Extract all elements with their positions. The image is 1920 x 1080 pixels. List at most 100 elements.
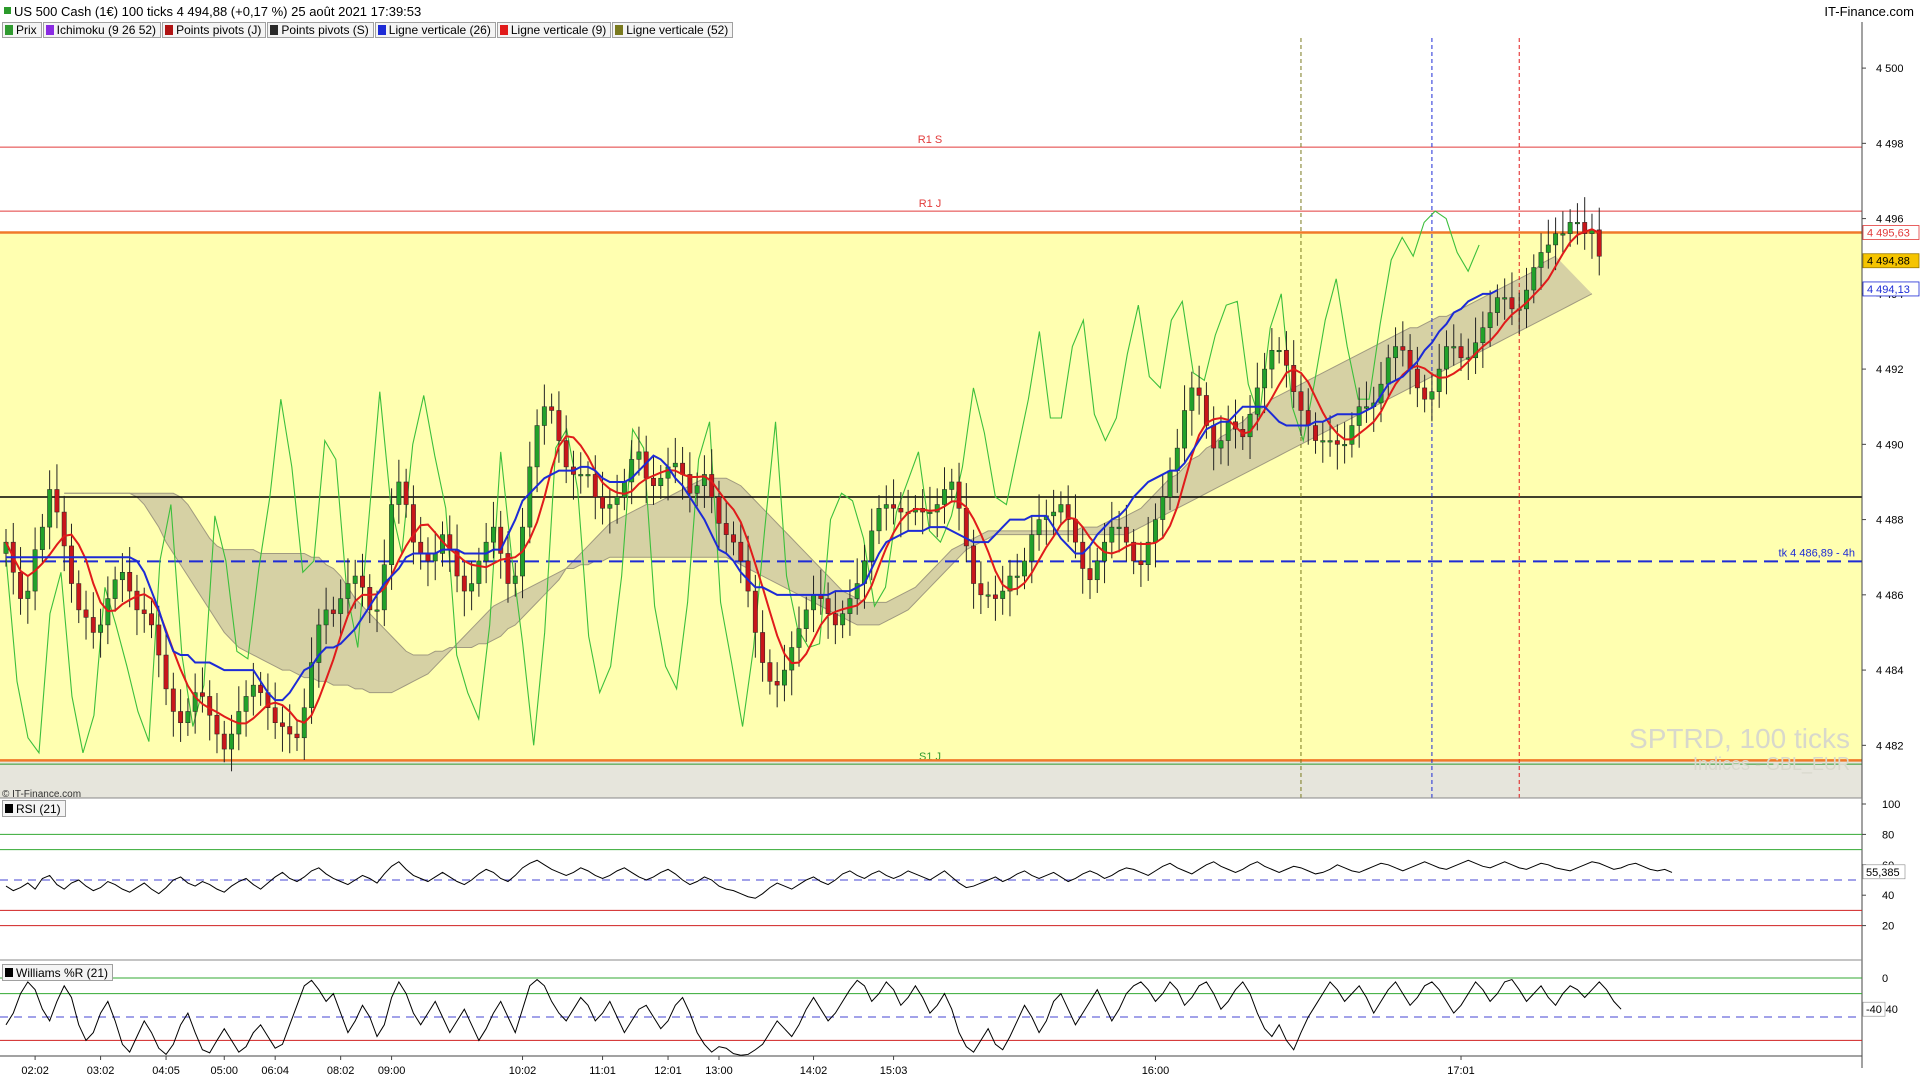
candle xyxy=(1436,368,1442,392)
y-tick-label: 4 486 xyxy=(1876,590,1904,602)
candle xyxy=(1524,289,1529,310)
candle xyxy=(61,511,67,547)
rsi-swatch xyxy=(5,804,13,813)
candle xyxy=(301,707,307,739)
legend-item-label: Ichimoku (9 26 52) xyxy=(56,23,157,37)
candle xyxy=(752,590,758,633)
legend-item-pivots-s[interactable]: Points pivots (S) xyxy=(267,22,374,38)
legend-item-vline-26[interactable]: Ligne verticale (26) xyxy=(374,22,496,38)
senkou-span-b xyxy=(64,293,1593,694)
candle xyxy=(425,553,431,562)
y-tick-label: 4 494 xyxy=(1876,289,1904,301)
pivot-label: R1 J xyxy=(919,198,942,210)
candle xyxy=(1123,526,1129,543)
candle xyxy=(1509,297,1515,310)
candle xyxy=(476,560,482,584)
legend-item-label: Ligne verticale (26) xyxy=(388,23,491,37)
candle xyxy=(1531,267,1537,291)
y-tick-label: 4 496 xyxy=(1876,214,1904,226)
legend-item-label: Ligne verticale (9) xyxy=(510,23,607,37)
legend-swatch xyxy=(270,25,279,35)
price-label-box xyxy=(1862,281,1920,297)
candle xyxy=(1203,395,1209,426)
candle xyxy=(825,598,831,614)
candle xyxy=(1327,440,1333,443)
candle xyxy=(709,474,715,498)
legend-swatch xyxy=(615,25,624,35)
candle xyxy=(105,598,111,626)
candle xyxy=(1051,511,1057,517)
x-tick-label: 14:02 xyxy=(800,1065,828,1077)
legend-item-prix[interactable]: Prix xyxy=(2,22,42,38)
candle xyxy=(18,572,23,599)
candle xyxy=(1313,425,1318,441)
legend-item-label: Ligne verticale (52) xyxy=(626,23,729,37)
candle xyxy=(534,425,540,468)
candle xyxy=(1342,444,1348,447)
rsi-y-tick-label: 80 xyxy=(1882,829,1894,841)
candle xyxy=(527,466,533,528)
williams-panel-label[interactable]: Williams %R (21) xyxy=(2,964,114,981)
candle xyxy=(381,564,387,611)
williams-y-tick-label: -40 xyxy=(1882,1004,1898,1016)
candle xyxy=(352,575,358,584)
brand-link[interactable]: IT-Finance.com xyxy=(1824,4,1914,19)
candle xyxy=(1371,402,1377,407)
price-chart[interactable]: R1 S R1 J S1 J tk 4 486,89 - 4h SPTRD, 100 t… xyxy=(0,0,1920,1080)
rsi-panel-label[interactable]: RSI (21) xyxy=(2,800,66,817)
candle xyxy=(498,526,504,554)
candle xyxy=(1502,297,1508,300)
candle xyxy=(432,553,438,562)
legend-item-ichimoku[interactable]: Ichimoku (9 26 52) xyxy=(42,22,162,38)
legend-item-vline-52[interactable]: Ligne verticale (52) xyxy=(612,22,734,38)
candle xyxy=(643,451,649,479)
candle xyxy=(119,572,125,581)
candle xyxy=(1102,541,1107,562)
candle xyxy=(1145,541,1151,565)
candle xyxy=(1378,383,1384,404)
candle xyxy=(1182,410,1188,449)
candle xyxy=(811,594,816,611)
candle xyxy=(541,406,547,426)
candle xyxy=(949,481,955,490)
candle xyxy=(578,474,584,477)
candle xyxy=(1138,560,1144,565)
candle xyxy=(1385,357,1391,385)
candle xyxy=(1073,519,1078,543)
candle xyxy=(1283,350,1289,366)
candle xyxy=(185,711,191,724)
candle xyxy=(1334,440,1340,445)
candle xyxy=(1414,368,1420,389)
candle xyxy=(818,594,824,599)
legend-item-label: Points pivots (S) xyxy=(281,23,369,37)
y-tick-label: 4 500 xyxy=(1876,63,1904,75)
candle xyxy=(98,624,104,633)
candle xyxy=(934,504,940,513)
candle xyxy=(1516,308,1522,311)
candle xyxy=(243,696,249,712)
candle xyxy=(1022,560,1027,577)
candle xyxy=(287,726,293,735)
candle xyxy=(163,654,169,690)
candle xyxy=(789,647,795,671)
candle xyxy=(1545,244,1551,253)
candle xyxy=(69,545,74,584)
candle xyxy=(403,481,409,505)
candle xyxy=(1043,515,1049,520)
chart-title: US 500 Cash (1€) 100 ticks 4 494,88 (+0,… xyxy=(3,4,422,19)
candle xyxy=(141,609,147,614)
candle xyxy=(1109,526,1115,543)
candle xyxy=(745,560,751,592)
legend-item-label: Prix xyxy=(16,23,37,37)
candle xyxy=(1393,346,1398,359)
candle xyxy=(927,511,933,514)
candle xyxy=(1407,350,1413,370)
candle xyxy=(440,534,445,554)
candle xyxy=(1007,575,1013,592)
legend-item-vline-9[interactable]: Ligne verticale (9) xyxy=(496,22,612,38)
candle xyxy=(207,696,213,716)
legend-item-pivots-j[interactable]: Points pivots (J) xyxy=(162,22,267,38)
candle xyxy=(1029,534,1035,562)
candle xyxy=(236,711,242,735)
rsi-value-label: 55,385 xyxy=(1866,867,1900,879)
